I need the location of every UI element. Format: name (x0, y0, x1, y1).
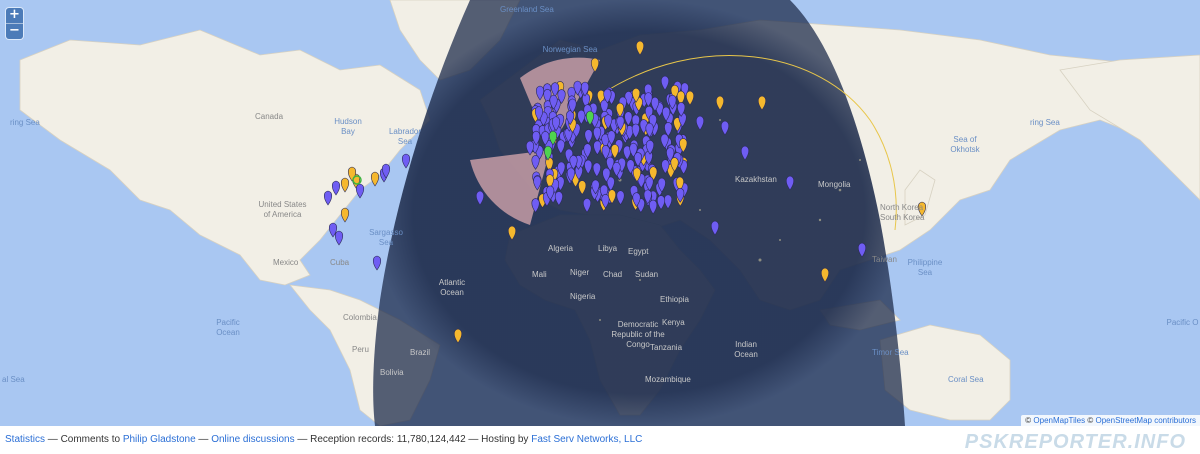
map-attribution: © OpenMapTiles © OpenStreetMap contribut… (1021, 415, 1200, 426)
label-coral-left: al Sea (2, 375, 25, 384)
label-mongolia: Mongolia (818, 180, 851, 189)
label-canada: Canada (255, 112, 284, 121)
label-norwegian-sea: Norwegian Sea (542, 45, 598, 54)
label-indian-ocean: Indian Ocean (734, 340, 758, 359)
reception-marker[interactable] (355, 183, 365, 199)
label-nigeria: Nigeria (570, 292, 596, 301)
map-canvas[interactable] (0, 0, 1200, 426)
label-chad: Chad (603, 270, 623, 279)
openstreetmap-link[interactable]: OpenStreetMap contributors (1096, 416, 1197, 425)
label-peru: Peru (352, 345, 369, 354)
label-mexico: Mexico (273, 258, 299, 267)
label-philippine-sea: Philippine Sea (907, 258, 943, 277)
label-usa: United States of America (258, 200, 307, 219)
reception-marker[interactable] (401, 153, 411, 169)
label-bolivia: Bolivia (380, 368, 404, 377)
statistics-link[interactable]: Statistics (5, 434, 45, 445)
reception-marker[interactable] (340, 207, 350, 223)
footer-line: Statistics — Comments to Philip Gladston… (5, 434, 642, 445)
label-mali: Mali (532, 270, 547, 279)
label-brazil: Brazil (410, 348, 431, 357)
label-cuba: Cuba (330, 258, 350, 267)
footer-sep-2: — (195, 434, 212, 445)
land-america-right (1059, 54, 1200, 201)
label-bering-sea-right: ring Sea (1030, 118, 1060, 127)
label-labrador-sea: Labrador Sea (388, 127, 422, 146)
label-pacific-right: Pacific O (1166, 318, 1199, 327)
label-kazakhstan: Kazakhstan (735, 175, 777, 184)
footer-sep-1: — Comments to (45, 434, 123, 445)
label-ethiopia: Ethiopia (660, 295, 689, 304)
footer: Statistics — Comments to Philip Gladston… (0, 426, 1200, 454)
openmaptiles-link[interactable]: OpenMapTiles (1033, 416, 1085, 425)
label-egypt: Egypt (628, 247, 649, 256)
label-taiwan: Taiwan (872, 255, 897, 264)
label-mozambique: Mozambique (645, 375, 691, 384)
reception-marker[interactable] (334, 230, 344, 246)
label-bering-sea-left: ring Sea (10, 118, 40, 127)
label-coral-sea: Coral Sea (948, 375, 984, 384)
reception-records-text: — Reception records: 11,780,124,442 — Ho… (294, 434, 532, 445)
copyright-symbol: © (1025, 416, 1032, 425)
zoom-control: + − (6, 8, 23, 39)
label-south-korea: South Korea (880, 213, 925, 222)
reception-marker[interactable] (370, 171, 380, 187)
label-sargasso-sea: Sargasso Sea (369, 228, 403, 247)
label-greenland-sea: Greenland Sea (500, 5, 554, 14)
label-sea-of-okhotsk: Sea of Okhotsk (950, 135, 980, 154)
label-libya: Libya (598, 244, 618, 253)
zoom-in-button[interactable]: + (6, 8, 23, 23)
label-algeria: Algeria (548, 244, 573, 253)
author-link[interactable]: Philip Gladstone (123, 434, 196, 445)
label-sudan: Sudan (635, 270, 659, 279)
label-hudson-bay: Hudson Bay (334, 117, 362, 136)
discussions-link[interactable]: Online discussions (211, 434, 294, 445)
label-pacific-left: Pacific Ocean (216, 318, 240, 337)
label-colombia: Colombia (343, 313, 377, 322)
zoom-out-button[interactable]: − (6, 23, 23, 39)
label-north-korea: North Korea (880, 203, 924, 212)
map-viewport[interactable]: Greenland Sea Norwegian Sea ring Sea rin… (0, 0, 1200, 426)
label-tanzania: Tanzania (650, 343, 683, 352)
hosting-link[interactable]: Fast Serv Networks, LLC (531, 434, 642, 445)
label-niger: Niger (570, 268, 590, 277)
night-shadow (373, 0, 906, 426)
label-timor-sea: Timor Sea (872, 348, 909, 357)
label-atlantic-ocean: Atlantic Ocean (438, 278, 466, 297)
site-brand-logo: PSKREPORTER.INFO (964, 431, 1186, 453)
reception-marker[interactable] (372, 255, 382, 271)
copyright-symbol-2: © (1087, 416, 1094, 425)
